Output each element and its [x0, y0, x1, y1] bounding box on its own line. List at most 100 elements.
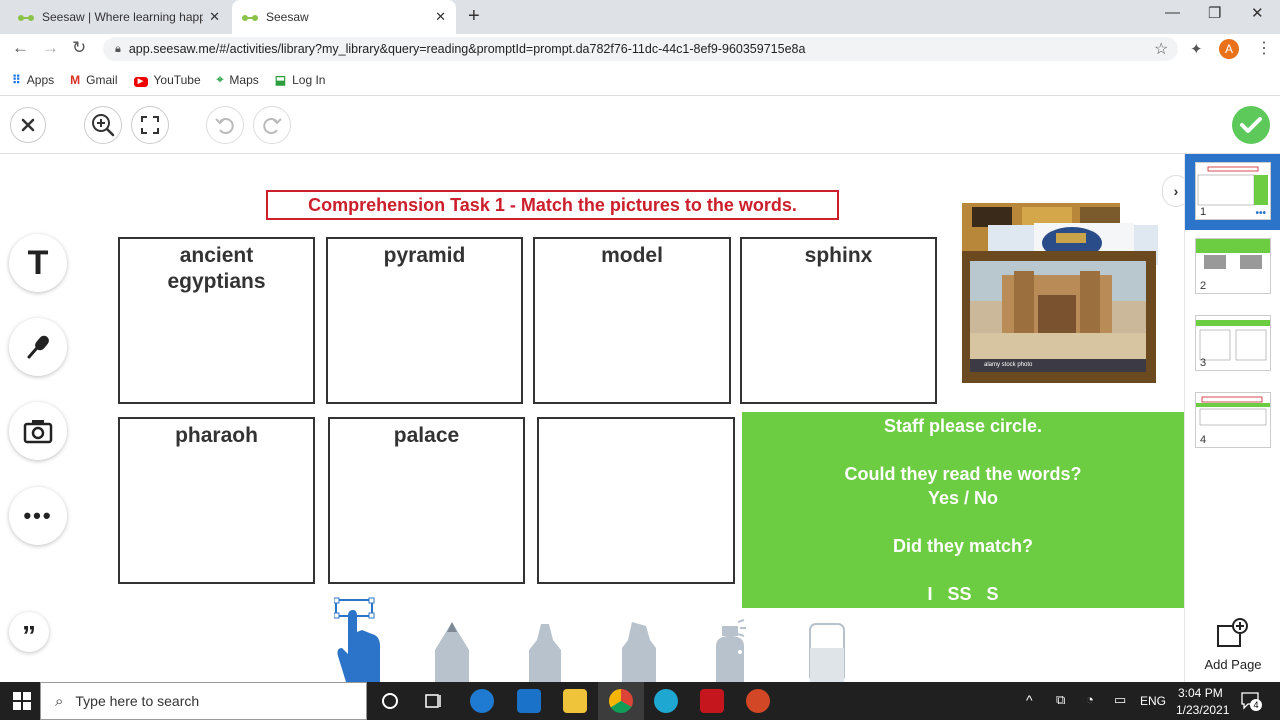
bookmark-log-in[interactable]: ⬓ Log In: [275, 73, 326, 87]
spray-tool[interactable]: [712, 618, 752, 682]
toolbar-divider: [0, 153, 1280, 154]
bookmark-maps[interactable]: ⌖ Maps: [217, 72, 259, 87]
quote-icon: ”: [22, 620, 36, 651]
window-close-button[interactable]: ✕: [1251, 4, 1264, 22]
task-title: Comprehension Task 1 - Match the picture…: [266, 190, 839, 220]
bookmark-label: Apps: [26, 72, 55, 87]
gmail-icon: M: [70, 72, 81, 87]
voice-tool-button[interactable]: [9, 318, 67, 376]
page-options-icon[interactable]: •••: [1255, 208, 1266, 219]
battery-icon[interactable]: ▭: [1114, 692, 1126, 708]
acrobat-icon[interactable]: [700, 689, 724, 713]
text-tool-button[interactable]: T: [9, 234, 67, 292]
back-arrow-icon[interactable]: ←: [12, 38, 29, 58]
browser-menu-icon[interactable]: ⋮: [1256, 38, 1272, 58]
picture-collage[interactable]: alamy stock photo: [960, 203, 1158, 383]
bookmark-label: Maps: [229, 72, 259, 87]
page-number: 4: [1200, 434, 1207, 446]
taskbar-search-input[interactable]: ⌕ Type here to search: [40, 682, 367, 720]
seesaw-favicon-icon: [18, 12, 34, 22]
highlighter-tool[interactable]: [620, 620, 658, 682]
zoom-button[interactable]: [84, 106, 122, 144]
undo-icon: [215, 118, 234, 134]
task-view-icon[interactable]: [425, 692, 443, 715]
seesaw-favicon-icon: [242, 12, 258, 22]
add-page-button[interactable]: Add Page: [1185, 614, 1280, 682]
new-tab-button[interactable]: +: [468, 5, 480, 28]
tray-app-icon[interactable]: ⧉: [1056, 692, 1065, 708]
clock-time[interactable]: 3:04 PM: [1178, 686, 1223, 700]
mail-icon[interactable]: [517, 689, 541, 713]
bookmark-youtube[interactable]: ▶ YouTube: [133, 72, 201, 87]
camera-tool-button[interactable]: [9, 402, 67, 460]
chrome-taskbar-item[interactable]: [598, 682, 644, 720]
bookmark-star-icon[interactable]: ☆: [1154, 39, 1168, 59]
tab-title: Seesaw: [266, 10, 309, 24]
page-preview-image: [1196, 396, 1270, 426]
close-icon: [21, 118, 35, 132]
tray-chevron-up-icon[interactable]: ^: [1026, 692, 1033, 708]
profile-avatar[interactable]: A: [1219, 39, 1239, 59]
select-tool[interactable]: [333, 596, 384, 682]
start-button[interactable]: [13, 692, 31, 715]
eraser-tool[interactable]: [808, 622, 846, 683]
tab-seesaw-home[interactable]: Seesaw | Where learning happen ✕: [8, 0, 230, 34]
edge-browser-icon[interactable]: [470, 689, 494, 713]
redo-button[interactable]: [253, 106, 291, 144]
fullscreen-icon: [141, 116, 159, 134]
marker-tool[interactable]: [527, 622, 563, 682]
tab-seesaw[interactable]: Seesaw ✕: [232, 0, 456, 34]
staff-line-2: Could they read the words?: [844, 464, 1082, 484]
url-field[interactable]: 🔒︎ app.seesaw.me/#/activities/library?my…: [103, 37, 1178, 61]
caption-button[interactable]: ”: [9, 612, 49, 652]
match-cell-ancient-egyptians: ancient egyptians: [118, 237, 315, 404]
maps-icon: ⌖: [216, 72, 224, 86]
notifications-button[interactable]: 4: [1240, 690, 1262, 712]
chrome-icon: [609, 689, 633, 713]
undo-button[interactable]: [206, 106, 244, 144]
match-cell-sphinx: sphinx: [740, 237, 937, 404]
marker-icon: [529, 624, 561, 682]
page-thumbnail-2[interactable]: 2: [1195, 238, 1271, 294]
more-tools-button[interactable]: •••: [9, 487, 67, 545]
tab-close-icon[interactable]: ✕: [209, 9, 220, 25]
close-editor-button[interactable]: [10, 107, 46, 143]
reload-icon[interactable]: ↻: [72, 38, 86, 58]
staff-line-5: I SS S: [927, 584, 999, 604]
language-indicator[interactable]: ENG: [1140, 694, 1166, 708]
checkmark-icon: [1240, 117, 1262, 133]
redo-icon: [263, 118, 282, 134]
wifi-icon[interactable]: ◔: [1086, 692, 1094, 707]
page-number: 2: [1200, 280, 1207, 292]
maximize-button[interactable]: ❐: [1208, 4, 1221, 22]
tab-close-icon[interactable]: ✕: [435, 9, 446, 25]
match-cell-palace: palace: [328, 417, 525, 584]
file-explorer-icon[interactable]: [563, 689, 587, 713]
match-cell-pyramid: pyramid: [326, 237, 523, 404]
page-thumbnail-3[interactable]: 3: [1195, 315, 1271, 371]
page-thumbnail-1[interactable]: 1 •••: [1195, 162, 1271, 220]
extensions-puzzle-icon[interactable]: ✦: [1190, 40, 1203, 58]
pencil-icon: [435, 622, 469, 682]
bookmark-gmail[interactable]: M Gmail: [70, 73, 117, 87]
done-button[interactable]: [1232, 106, 1270, 144]
bookmark-apps[interactable]: ⠿ Apps: [12, 73, 54, 87]
forward-arrow-icon[interactable]: →: [42, 38, 59, 58]
staff-line-3: Yes / No: [927, 488, 999, 508]
cortana-icon[interactable]: [382, 693, 398, 709]
camera-icon: [23, 420, 53, 444]
bookmark-label: Gmail: [86, 72, 118, 87]
fullscreen-button[interactable]: [131, 106, 169, 144]
page-number: 1: [1200, 206, 1207, 218]
clock-date[interactable]: 1/23/2021: [1176, 703, 1229, 717]
page-thumbnail-4[interactable]: 4: [1195, 392, 1271, 448]
search-icon: ⌕: [55, 692, 64, 710]
lock-icon: 🔒︎: [115, 42, 121, 55]
tab-title: Seesaw | Where learning happen: [42, 10, 204, 24]
minimize-button[interactable]: —: [1165, 4, 1180, 21]
bookmark-label: Log In: [292, 72, 326, 87]
staff-line-1: Staff please circle.: [883, 416, 1043, 436]
pencil-tool[interactable]: [433, 620, 471, 682]
app-icon[interactable]: [654, 689, 678, 713]
powerpoint-icon[interactable]: [746, 689, 770, 713]
